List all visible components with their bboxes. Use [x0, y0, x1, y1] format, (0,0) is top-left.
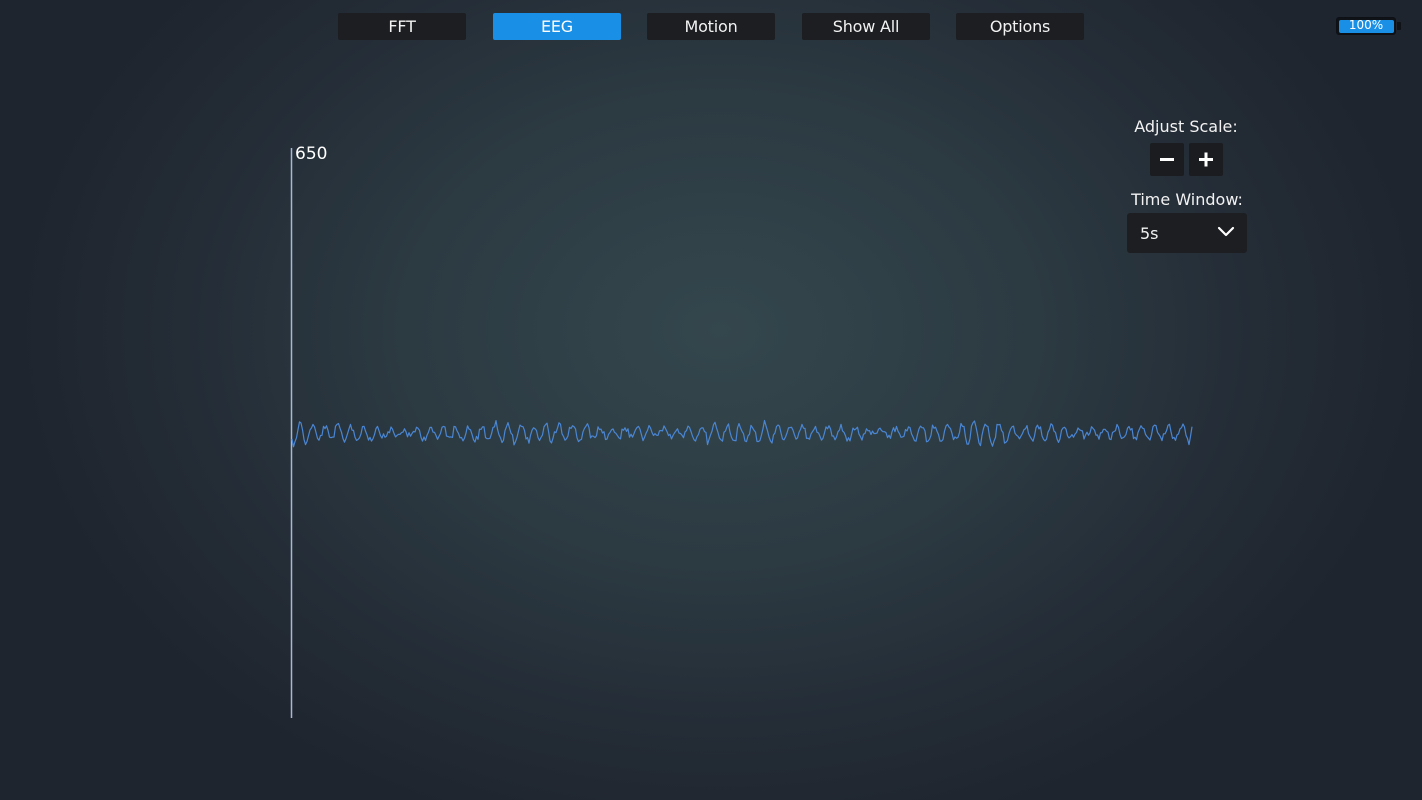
eeg-plot	[290, 148, 1193, 718]
eeg-signal-trace	[291, 419, 1193, 448]
y-axis-max-label: 650	[295, 144, 328, 164]
